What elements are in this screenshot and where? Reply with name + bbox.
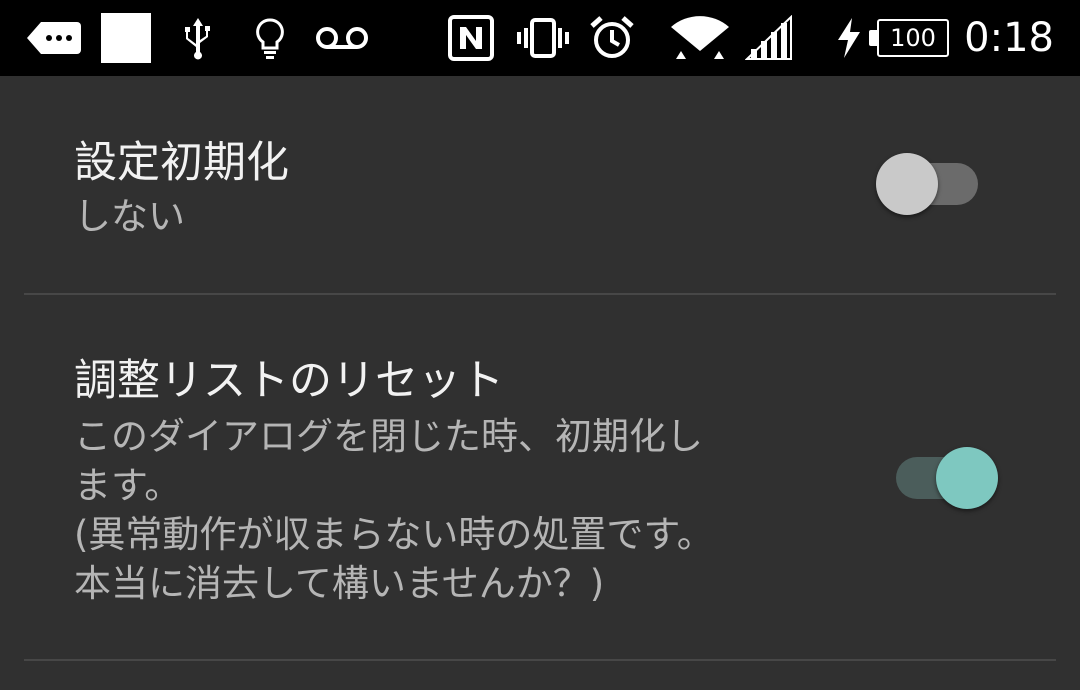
vibrate-icon xyxy=(514,0,572,76)
summary-line: (異常動作が収まらない時の処置です。 xyxy=(74,513,714,556)
charging-icon xyxy=(834,0,864,76)
voicemail-icon xyxy=(314,0,370,76)
pref-reset-adjust-list[interactable]: 調整リストのリセット このダイアログを閉じた時、初期化し ます。 (異常動作が収… xyxy=(0,295,1080,660)
usb-icon xyxy=(178,0,218,76)
pref-title: 設定初期化 xyxy=(74,138,289,188)
battery-level: 100 xyxy=(877,19,949,57)
switch-thumb xyxy=(936,447,998,509)
alarm-clock-icon xyxy=(588,0,636,76)
status-bar: 100 0:18 xyxy=(0,0,1080,76)
more-notifications-icon xyxy=(26,0,82,76)
summary-line: 本当に消去して構いませんか？) xyxy=(74,562,605,605)
battery-nub xyxy=(869,30,877,46)
reset-settings-switch[interactable] xyxy=(876,153,986,215)
pref-reset-settings[interactable]: 設定初期化 しない xyxy=(0,76,1080,294)
divider xyxy=(24,659,1056,661)
cell-signal-icon xyxy=(744,0,794,76)
settings-list: 設定初期化 しない 調整リストのリセット このダイアログを閉じた時、初期化し ま… xyxy=(0,76,1080,690)
nfc-icon xyxy=(446,0,496,76)
lightbulb-icon xyxy=(252,0,288,76)
pref-title: 調整リストのリセット xyxy=(74,356,504,406)
switch-thumb xyxy=(876,153,938,215)
wifi-icon xyxy=(668,0,732,76)
pref-summary: しない xyxy=(74,195,185,238)
reset-adjust-list-switch[interactable] xyxy=(888,447,998,509)
status-time: 0:18 xyxy=(964,15,1054,61)
summary-line: このダイアログを閉じた時、初期化し xyxy=(74,415,703,458)
summary-line: ます。 xyxy=(74,464,182,507)
blank-square-icon xyxy=(100,0,152,76)
pref-summary: このダイアログを閉じた時、初期化し ます。 (異常動作が収まらない時の処置です。… xyxy=(74,412,814,608)
